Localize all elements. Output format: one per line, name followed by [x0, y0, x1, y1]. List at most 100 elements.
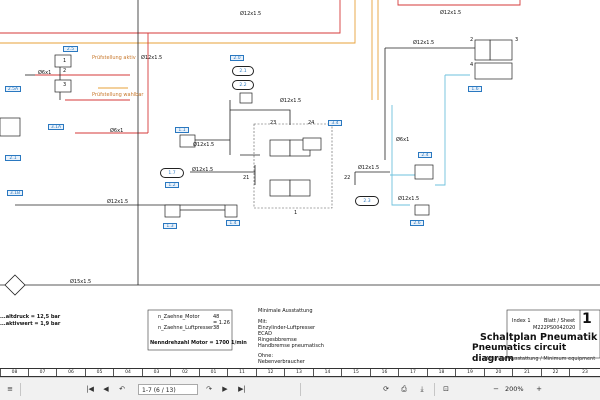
port-number: 21: [243, 175, 250, 181]
equipment-without-item: Nebenverbraucher: [258, 359, 305, 365]
ruler-cell: 12: [256, 369, 284, 376]
port-number: 4: [470, 62, 474, 68]
component-tag: 2.5: [63, 46, 78, 52]
component-tag: 1.6: [468, 86, 482, 92]
ruler-cell: 11: [227, 369, 256, 376]
port-number: 1: [63, 58, 67, 64]
port-number: 1: [294, 210, 298, 216]
zoom-out-icon[interactable]: −: [490, 384, 502, 395]
reservoir-symbol: 2.2: [232, 80, 254, 90]
pipe-label: Ø12x1.5: [193, 142, 215, 148]
test-position-selectable-label: Prüfstellung wahlbar: [92, 92, 144, 98]
motor-speed-label: Nenndrehzahl Motor = 1700 1/min: [150, 340, 247, 346]
reservoir-symbol: 2.3: [355, 196, 379, 206]
compressor-teeth-label: n_Zaehne_Luftpresser: [158, 325, 214, 331]
previous-page-icon[interactable]: ◀: [100, 384, 112, 395]
pipe-label: Ø12x1.5: [358, 165, 380, 171]
port-number: 3: [515, 37, 519, 43]
ruler-cell: 05: [85, 369, 113, 376]
ruler-cell: 03: [142, 369, 170, 376]
title-german: Schaltplan Pneumatik: [480, 332, 598, 343]
first-page-icon[interactable]: |◀: [84, 384, 96, 395]
component-tag: 2.1: [5, 155, 21, 161]
ruler-cell: 20: [484, 369, 512, 376]
doc-number: M222PS0042020: [533, 325, 576, 331]
ruler-cell: 16: [370, 369, 398, 376]
pipe-label: Ø12x1.5: [141, 55, 163, 61]
pipe-label: Ø12x1.5: [280, 98, 302, 104]
pressure-lines: [0, 0, 521, 134]
component-tag: 1.1: [175, 127, 189, 133]
pdf-viewer-toolbar: ≡ |◀ ◀ ↶ 1-7 (6 / 13) ↷ ▶ ▶| ⟳ ⎙ ⤓ ⊡ − 2…: [0, 377, 600, 400]
port-number: 22: [344, 175, 351, 181]
pipe-label: Ø12x1.5: [440, 10, 462, 16]
motor-teeth-label: n_Zaehne_Motor: [158, 314, 200, 320]
ruler-cell: 06: [56, 369, 85, 376]
pipe-label: Ø12x1.5: [240, 11, 262, 17]
ruler-cell: 02: [170, 369, 199, 376]
component-tag: 2.4: [418, 152, 432, 158]
ruler-cell: 08: [0, 369, 28, 376]
page-number-input[interactable]: 1-7 (6 / 13): [138, 384, 198, 395]
port-number: 24: [308, 120, 315, 126]
subtitle: Minimale Ausstattung / Minimum equipment: [484, 356, 596, 362]
sheet-label: Blatt / Sheet: [544, 318, 576, 324]
ruler-cell: 01: [199, 369, 227, 376]
pipe-label: Ø12x1.5: [413, 40, 435, 46]
ruler-cell: 23: [569, 369, 600, 376]
component-tag: 2.6: [410, 220, 424, 226]
compressor-teeth-value: 38: [213, 325, 220, 331]
filter-symbol: [4, 274, 26, 296]
ruler-cell: 22: [541, 369, 569, 376]
grid-ruler: 08 07 06 05 04 03 02 01 11 12 13 14 15 1…: [0, 368, 600, 377]
port-number: 23: [270, 120, 277, 126]
ruler-cell: 19: [455, 369, 484, 376]
ruler-cell: 07: [28, 369, 56, 376]
component-tag: 3.1B: [7, 190, 23, 196]
component-tag: 3.1A: [48, 124, 64, 130]
ruler-cell: 14: [313, 369, 341, 376]
last-page-icon[interactable]: ▶|: [235, 384, 249, 395]
reservoir-symbol: 2.1: [232, 66, 254, 76]
ruler-cell: 15: [341, 369, 370, 376]
pipe-label: Ø15x1.5: [70, 279, 92, 285]
ruler-cell: 13: [284, 369, 313, 376]
equipment-title: Minimale Ausstattung: [258, 308, 313, 314]
reservoir-symbol: 1.7: [160, 168, 184, 178]
ruler-cell: 21: [512, 369, 541, 376]
note-line: ...aktivwert = 1,9 bar: [0, 321, 61, 327]
component-tag: 1.4: [226, 220, 240, 226]
sheet-number: 1: [582, 311, 592, 327]
save-icon[interactable]: ⤓: [416, 384, 428, 395]
zoom-in-icon[interactable]: +: [533, 384, 545, 395]
pneumatic-circuit-diagram: Ø12x1.5 Ø12x1.5 Ø12x1.5 Ø12x1.5 Ø12x1.5 …: [0, 0, 600, 368]
equipment-item: Handbremse pneumatisch: [258, 343, 324, 349]
fit-page-icon[interactable]: ⊡: [440, 384, 452, 395]
index-label: Index 1: [512, 318, 531, 324]
next-page-icon[interactable]: ▶: [219, 384, 231, 395]
zoom-level[interactable]: 200%: [505, 384, 531, 395]
menu-icon[interactable]: ≡: [4, 384, 16, 395]
port-number: 2: [63, 68, 67, 74]
component-tag: 2.0: [230, 55, 244, 61]
port-number: 2: [470, 37, 474, 43]
forward-icon[interactable]: ↷: [203, 384, 215, 395]
ruler-cell: 04: [113, 369, 142, 376]
pipe-label: Ø6x1: [396, 137, 410, 143]
test-position-active-label: Prüfstellung aktiv: [92, 55, 136, 61]
component-tag: 3.4: [328, 120, 342, 126]
pipe-label: Ø12x1.5: [107, 199, 129, 205]
component-tag: 2.5A: [5, 86, 21, 92]
valve-symbols: [0, 39, 513, 218]
back-icon[interactable]: ↶: [116, 384, 128, 395]
rotate-icon[interactable]: ⟳: [380, 384, 392, 395]
print-icon[interactable]: ⎙: [398, 384, 410, 395]
ruler-cell: 17: [398, 369, 427, 376]
pipe-label: Ø6x1: [110, 128, 124, 134]
pipe-label: Ø6x1: [38, 70, 52, 76]
pipe-label: Ø12x1.5: [192, 167, 214, 173]
pipe-label: Ø12x1.5: [398, 196, 420, 202]
component-tag: 1.2: [165, 182, 179, 188]
ruler-cell: 18: [427, 369, 455, 376]
port-number: 3: [63, 82, 67, 88]
